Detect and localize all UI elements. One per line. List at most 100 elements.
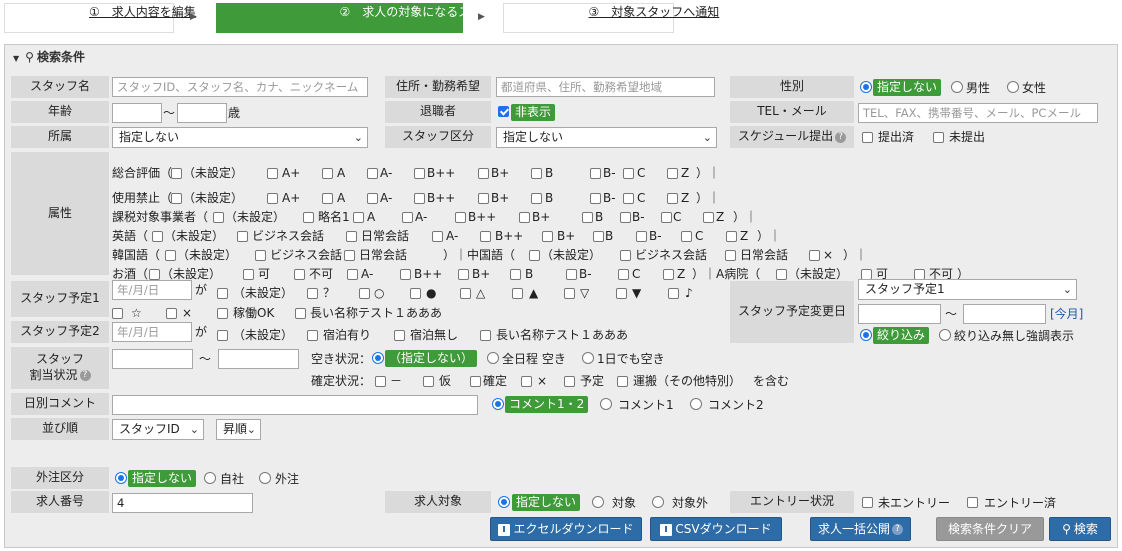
plan2-option-label[interactable]: 宿泊無し	[410, 327, 458, 343]
plan1-checkbox[interactable]	[217, 308, 228, 319]
job-target-target-label[interactable]: 対象	[612, 495, 636, 511]
confirm-checkbox[interactable]	[375, 376, 386, 387]
assign-from-input[interactable]	[112, 349, 193, 369]
gender-male-radio[interactable]	[951, 81, 963, 93]
plan1-checkbox[interactable]	[359, 288, 370, 299]
entry-done-checkbox[interactable]	[967, 497, 978, 508]
attr-checkbox[interactable]	[593, 231, 604, 242]
plan1-option-label[interactable]: 長い名称テスト１あああ	[310, 305, 442, 321]
age-from-input[interactable]	[112, 103, 162, 123]
confirm-option-label[interactable]: 運搬（その他特別）	[633, 373, 741, 389]
attr-checkbox[interactable]	[303, 212, 314, 223]
vacancy-all-radio[interactable]	[487, 352, 499, 364]
job-target-any-label[interactable]: 指定しない	[512, 494, 581, 511]
attr-checkbox[interactable]	[353, 212, 364, 223]
plan2-checkbox[interactable]	[217, 330, 228, 341]
plan1-option-label[interactable]: ○	[374, 285, 384, 301]
attr-option-label[interactable]: （未設定）	[788, 266, 848, 282]
gender-female-radio[interactable]	[1007, 81, 1019, 93]
attr-option-label[interactable]: B	[605, 228, 613, 244]
plan2-option-label[interactable]: 長い名称テスト１あああ	[496, 327, 628, 343]
plan1-checkbox[interactable]	[307, 288, 318, 299]
attr-option-label[interactable]: B++	[414, 266, 442, 282]
attr-option-label[interactable]: A-	[446, 228, 458, 244]
attr-checkbox[interactable]	[663, 269, 674, 280]
plan1-option-label[interactable]: ●	[426, 285, 436, 301]
vacancy-all-label[interactable]: 全日程 空き	[502, 351, 566, 367]
attr-checkbox[interactable]	[776, 269, 787, 280]
attr-option-label[interactable]: （未設定）	[225, 209, 285, 225]
attr-option-label[interactable]: C	[673, 209, 681, 225]
attr-option-label[interactable]: B++	[427, 190, 455, 206]
attr-checkbox[interactable]	[402, 212, 413, 223]
confirm-option-label[interactable]: ×	[537, 373, 547, 389]
entry-done-label[interactable]: エントリー済	[984, 495, 1056, 511]
csv-download-button[interactable]: CSVダウンロード	[650, 517, 782, 541]
plan1-checkbox[interactable]	[112, 308, 123, 319]
attr-checkbox[interactable]	[582, 212, 593, 223]
attr-option-label[interactable]: 不可	[309, 266, 333, 282]
confirm-checkbox[interactable]	[423, 376, 434, 387]
attr-option-label[interactable]: B	[545, 165, 553, 181]
sort-key-select[interactable]: スタッフID ⌄	[112, 419, 204, 440]
attr-checkbox[interactable]	[171, 193, 182, 204]
attr-checkbox[interactable]	[590, 193, 601, 204]
plan2-checkbox[interactable]	[394, 330, 405, 341]
plan1-option-label[interactable]: ▲	[529, 285, 538, 301]
attr-checkbox[interactable]	[367, 168, 378, 179]
attr-option-label[interactable]: B-	[579, 266, 592, 282]
bulk-publish-button[interactable]: 求人一括公開?	[810, 517, 911, 541]
vacancy-one-label[interactable]: 1日でも空き	[597, 351, 665, 367]
attr-option-label[interactable]: C	[637, 165, 645, 181]
attr-option-label[interactable]: A+	[282, 190, 300, 206]
comment2-radio[interactable]	[690, 398, 702, 410]
attr-checkbox[interactable]	[322, 168, 333, 179]
emph-label[interactable]: 絞り込み無し強調表示	[954, 328, 1074, 344]
job-target-any-radio[interactable]	[498, 496, 510, 508]
attr-option-label[interactable]: A	[337, 165, 345, 181]
attr-option-label[interactable]: Z	[740, 228, 748, 244]
vacancy-one-radio[interactable]	[582, 352, 594, 364]
attr-checkbox[interactable]	[213, 212, 224, 223]
attr-option-label[interactable]: Z	[677, 266, 685, 282]
plan1-checkbox[interactable]	[616, 288, 627, 299]
attr-option-label[interactable]: B+	[472, 266, 490, 282]
attr-checkbox[interactable]	[237, 231, 248, 242]
plan1-checkbox[interactable]	[668, 288, 679, 299]
attr-checkbox[interactable]	[458, 269, 469, 280]
outsource-out-label[interactable]: 外注	[275, 471, 299, 487]
confirm-option-label[interactable]: 仮	[439, 373, 451, 389]
attr-option-label[interactable]: B	[545, 190, 553, 206]
entry-none-label[interactable]: 未エントリー	[878, 495, 950, 511]
assign-to-input[interactable]	[218, 349, 299, 369]
sort-dir-select[interactable]: 昇順 ⌄	[216, 419, 261, 440]
attr-option-label[interactable]: C	[632, 266, 640, 282]
attr-checkbox[interactable]	[478, 193, 489, 204]
attr-option-label[interactable]: （未設定）	[183, 190, 243, 206]
plan-change-from-input[interactable]	[858, 304, 941, 324]
attr-option-label[interactable]: A+	[282, 165, 300, 181]
attr-checkbox[interactable]	[531, 193, 542, 204]
collapse-icon[interactable]: ▼	[13, 54, 19, 63]
job-target-target-radio[interactable]	[592, 496, 604, 508]
attr-option-label[interactable]: ビジネス会話	[635, 247, 707, 263]
comment1-radio[interactable]	[600, 398, 612, 410]
confirm-option-label[interactable]: －	[390, 373, 402, 389]
attr-option-label[interactable]: Z	[681, 190, 689, 206]
attr-option-label[interactable]: B+	[557, 228, 575, 244]
plan1-checkbox[interactable]	[217, 288, 228, 299]
attr-checkbox[interactable]	[620, 212, 631, 223]
step-select-staff[interactable]: ② 求人の対象になるスタッフを選択	[216, 3, 542, 33]
attr-checkbox[interactable]	[661, 212, 672, 223]
gender-male-label[interactable]: 男性	[966, 80, 990, 96]
plan-change-select[interactable]: スタッフ予定1 ⌄	[858, 279, 1077, 300]
tel-input[interactable]: TEL、FAX、携帯番号、メール、PCメール	[858, 103, 1098, 123]
plan1-option-label[interactable]: ▼	[632, 285, 641, 301]
this-month-link[interactable]: [今月]	[1050, 306, 1083, 322]
attr-option-label[interactable]: B	[595, 209, 603, 225]
attr-checkbox[interactable]	[681, 231, 692, 242]
attr-option-label[interactable]: B++	[495, 228, 523, 244]
attr-option-label[interactable]: 日常会話	[361, 228, 409, 244]
plan1-checkbox[interactable]	[410, 288, 421, 299]
attr-option-label[interactable]: （未設定）	[541, 247, 601, 263]
